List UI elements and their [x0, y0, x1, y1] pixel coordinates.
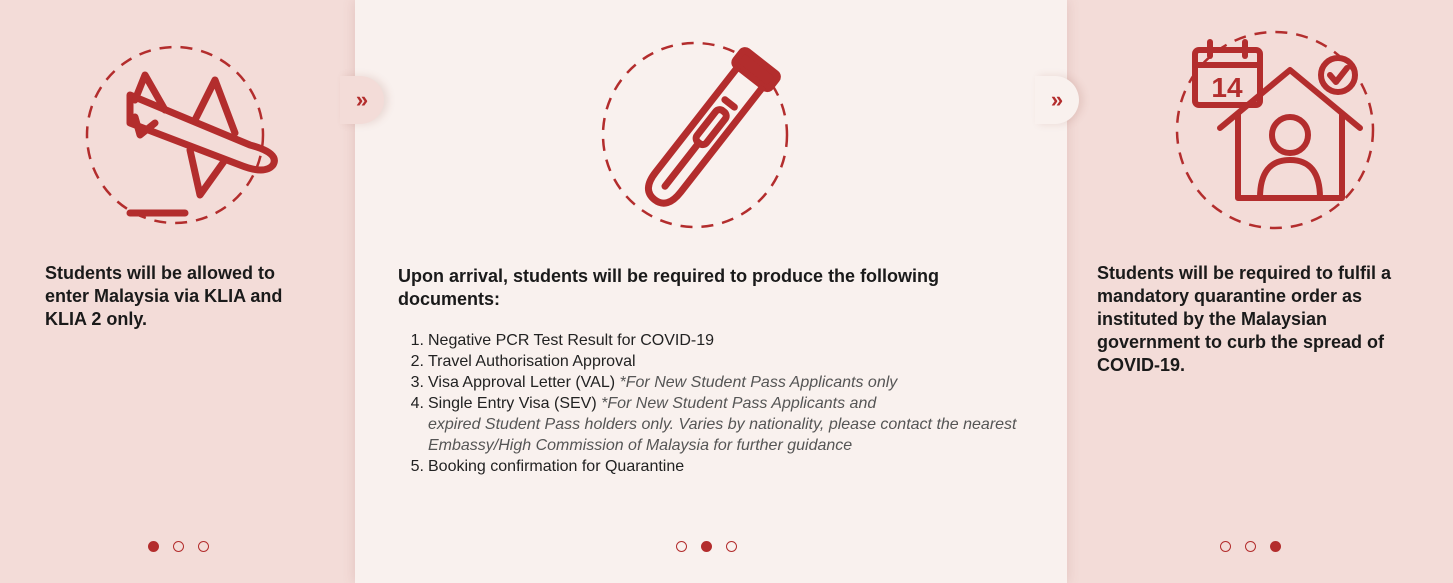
page-dot[interactable]	[148, 541, 159, 552]
airplane-landing-icon	[85, 45, 278, 225]
home-quarantine-calendar-icon: 14	[1175, 30, 1375, 230]
page-dot[interactable]	[1270, 541, 1281, 552]
pagination-dots	[1220, 541, 1281, 552]
list-item: 1. Negative PCR Test Result for COVID-19	[410, 332, 715, 349]
step-3-text: Students will be required to fulfil a ma…	[1097, 263, 1392, 375]
pcr-swab-tube-icon	[601, 41, 789, 229]
page-dot[interactable]	[1220, 541, 1231, 552]
page-dot[interactable]	[173, 541, 184, 552]
page-dot[interactable]	[676, 541, 687, 552]
page-dot[interactable]	[701, 541, 712, 552]
list-item: 2. Travel Authorisation Approval	[410, 353, 636, 370]
step-1-text: Students will be allowed to enter Malays…	[45, 263, 283, 329]
calendar-number: 14	[1211, 72, 1243, 103]
required-documents-list: 1. Negative PCR Test Result for COVID-19 …	[398, 330, 1018, 477]
page-dot[interactable]	[726, 541, 737, 552]
pagination-dots	[676, 541, 737, 552]
page-dot[interactable]	[198, 541, 209, 552]
list-item: 5. Booking confirmation for Quarantine	[410, 458, 685, 475]
list-item: 3. Visa Approval Letter (VAL) *For New St…	[410, 374, 898, 391]
step-2-intro: Upon arrival, students will be required …	[398, 266, 940, 309]
list-item: 4. Single Entry Visa (SEV) *For New Stude…	[410, 395, 1017, 454]
pagination-dots	[148, 541, 209, 552]
page-dot[interactable]	[1245, 541, 1256, 552]
